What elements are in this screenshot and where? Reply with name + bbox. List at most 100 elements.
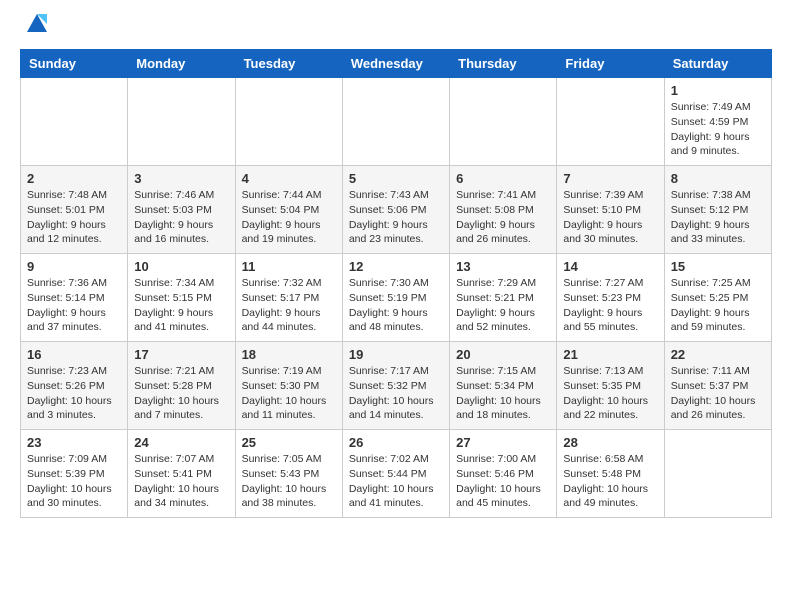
weekday-header-thursday: Thursday [450,50,557,78]
week-row-2: 2 Sunrise: 7:48 AM Sunset: 5:01 PM Daylig… [21,166,772,254]
day-number: 4 [242,171,336,186]
day-number: 13 [456,259,550,274]
day-number: 26 [349,435,443,450]
day-cell: 10Sunrise: 7:34 AM Sunset: 5:15 PM Dayli… [128,254,235,342]
day-cell: 22 Sunrise: 7:11 AM Sunset: 5:37 PM Dayli… [664,342,771,430]
day-info: Sunrise: 7:46 AM Sunset: 5:03 PM Dayligh… [134,188,228,247]
day-info: Sunrise: 7:49 AM Sunset: 4:59 PM Dayligh… [671,100,765,159]
day-number: 22 [671,347,765,362]
week-row-5: 23 Sunrise: 7:09 AM Sunset: 5:39 PM Dayli… [21,430,772,518]
day-number: 10 [134,259,228,274]
day-cell: 15 Sunrise: 7:25 AM Sunset: 5:25 PM Dayli… [664,254,771,342]
day-cell: 8 Sunrise: 7:38 AM Sunset: 5:12 PM Daylig… [664,166,771,254]
day-cell [450,78,557,166]
weekday-header-sunday: Sunday [21,50,128,78]
day-cell: 26 Sunrise: 7:02 AM Sunset: 5:44 PM Dayli… [342,430,449,518]
day-cell: 27 Sunrise: 7:00 AM Sunset: 5:46 PM Dayli… [450,430,557,518]
day-info: Sunrise: 7:38 AM Sunset: 5:12 PM Dayligh… [671,188,765,247]
day-number: 15 [671,259,765,274]
day-info: Sunrise: 7:09 AM Sunset: 5:39 PM Dayligh… [27,452,121,511]
day-cell [664,430,771,518]
weekday-header-tuesday: Tuesday [235,50,342,78]
day-info: Sunrise: 7:23 AM Sunset: 5:26 PM Dayligh… [27,364,121,423]
day-info: Sunrise: 7:11 AM Sunset: 5:37 PM Dayligh… [671,364,765,423]
day-info: Sunrise: 7:13 AM Sunset: 5:35 PM Dayligh… [563,364,657,423]
day-number: 27 [456,435,550,450]
day-info: Sunrise: 7:29 AM Sunset: 5:21 PM Dayligh… [456,276,550,335]
calendar-table: SundayMondayTuesdayWednesdayThursdayFrid… [20,49,772,518]
day-info: Sunrise: 7:27 AM Sunset: 5:23 PM Dayligh… [563,276,657,335]
day-number: 17 [134,347,228,362]
day-cell: 3 Sunrise: 7:46 AM Sunset: 5:03 PM Daylig… [128,166,235,254]
day-number: 9 [27,259,121,274]
logo [20,16,51,39]
day-cell [21,78,128,166]
day-cell: 23 Sunrise: 7:09 AM Sunset: 5:39 PM Dayli… [21,430,128,518]
day-info: Sunrise: 7:48 AM Sunset: 5:01 PM Dayligh… [27,188,121,247]
day-cell: 16 Sunrise: 7:23 AM Sunset: 5:26 PM Dayli… [21,342,128,430]
day-cell: 19 Sunrise: 7:17 AM Sunset: 5:32 PM Dayli… [342,342,449,430]
day-cell [128,78,235,166]
day-number: 25 [242,435,336,450]
day-number: 21 [563,347,657,362]
day-cell [342,78,449,166]
weekday-header-row: SundayMondayTuesdayWednesdayThursdayFrid… [21,50,772,78]
day-info: Sunrise: 7:30 AM Sunset: 5:19 PM Dayligh… [349,276,443,335]
day-number: 8 [671,171,765,186]
day-number: 1 [671,83,765,98]
calendar-page: SundayMondayTuesdayWednesdayThursdayFrid… [0,0,792,534]
day-cell: 25 Sunrise: 7:05 AM Sunset: 5:43 PM Dayli… [235,430,342,518]
day-cell [235,78,342,166]
day-number: 5 [349,171,443,186]
day-info: Sunrise: 7:36 AM Sunset: 5:14 PM Dayligh… [27,276,121,335]
day-number: 16 [27,347,121,362]
day-cell: 21 Sunrise: 7:13 AM Sunset: 5:35 PM Dayli… [557,342,664,430]
day-number: 2 [27,171,121,186]
day-cell: 18 Sunrise: 7:19 AM Sunset: 5:30 PM Dayli… [235,342,342,430]
day-cell: 6Sunrise: 7:41 AM Sunset: 5:08 PM Daylig… [450,166,557,254]
logo-icon [23,10,51,38]
day-info: Sunrise: 6:58 AM Sunset: 5:48 PM Dayligh… [563,452,657,511]
day-cell: 13 Sunrise: 7:29 AM Sunset: 5:21 PM Dayli… [450,254,557,342]
weekday-header-monday: Monday [128,50,235,78]
day-cell: 1 Sunrise: 7:49 AM Sunset: 4:59 PM Daylig… [664,78,771,166]
day-info: Sunrise: 7:17 AM Sunset: 5:32 PM Dayligh… [349,364,443,423]
day-number: 12 [349,259,443,274]
day-cell: 11 Sunrise: 7:32 AM Sunset: 5:17 PM Dayli… [235,254,342,342]
day-number: 20 [456,347,550,362]
day-cell: 14 Sunrise: 7:27 AM Sunset: 5:23 PM Dayli… [557,254,664,342]
day-cell: 4 Sunrise: 7:44 AM Sunset: 5:04 PM Daylig… [235,166,342,254]
day-number: 18 [242,347,336,362]
day-number: 24 [134,435,228,450]
day-info: Sunrise: 7:21 AM Sunset: 5:28 PM Dayligh… [134,364,228,423]
day-info: Sunrise: 7:43 AM Sunset: 5:06 PM Dayligh… [349,188,443,247]
day-cell: 5 Sunrise: 7:43 AM Sunset: 5:06 PM Daylig… [342,166,449,254]
day-number: 28 [563,435,657,450]
day-cell [557,78,664,166]
day-info: Sunrise: 7:07 AM Sunset: 5:41 PM Dayligh… [134,452,228,511]
day-number: 14 [563,259,657,274]
week-row-4: 16 Sunrise: 7:23 AM Sunset: 5:26 PM Dayli… [21,342,772,430]
day-info: Sunrise: 7:25 AM Sunset: 5:25 PM Dayligh… [671,276,765,335]
weekday-header-wednesday: Wednesday [342,50,449,78]
weekday-header-saturday: Saturday [664,50,771,78]
day-cell: 9 Sunrise: 7:36 AM Sunset: 5:14 PM Daylig… [21,254,128,342]
day-number: 3 [134,171,228,186]
day-number: 19 [349,347,443,362]
day-info: Sunrise: 7:05 AM Sunset: 5:43 PM Dayligh… [242,452,336,511]
day-info: Sunrise: 7:02 AM Sunset: 5:44 PM Dayligh… [349,452,443,511]
day-cell: 2 Sunrise: 7:48 AM Sunset: 5:01 PM Daylig… [21,166,128,254]
day-info: Sunrise: 7:39 AM Sunset: 5:10 PM Dayligh… [563,188,657,247]
day-number: 7 [563,171,657,186]
day-number: 23 [27,435,121,450]
day-info: Sunrise: 7:19 AM Sunset: 5:30 PM Dayligh… [242,364,336,423]
day-cell: 7 Sunrise: 7:39 AM Sunset: 5:10 PM Daylig… [557,166,664,254]
day-info: Sunrise: 7:32 AM Sunset: 5:17 PM Dayligh… [242,276,336,335]
day-info: Sunrise: 7:44 AM Sunset: 5:04 PM Dayligh… [242,188,336,247]
header [20,16,772,39]
day-info: Sunrise: 7:00 AM Sunset: 5:46 PM Dayligh… [456,452,550,511]
weekday-header-friday: Friday [557,50,664,78]
day-cell: 12 Sunrise: 7:30 AM Sunset: 5:19 PM Dayli… [342,254,449,342]
day-info: Sunrise: 7:15 AM Sunset: 5:34 PM Dayligh… [456,364,550,423]
day-number: 11 [242,259,336,274]
